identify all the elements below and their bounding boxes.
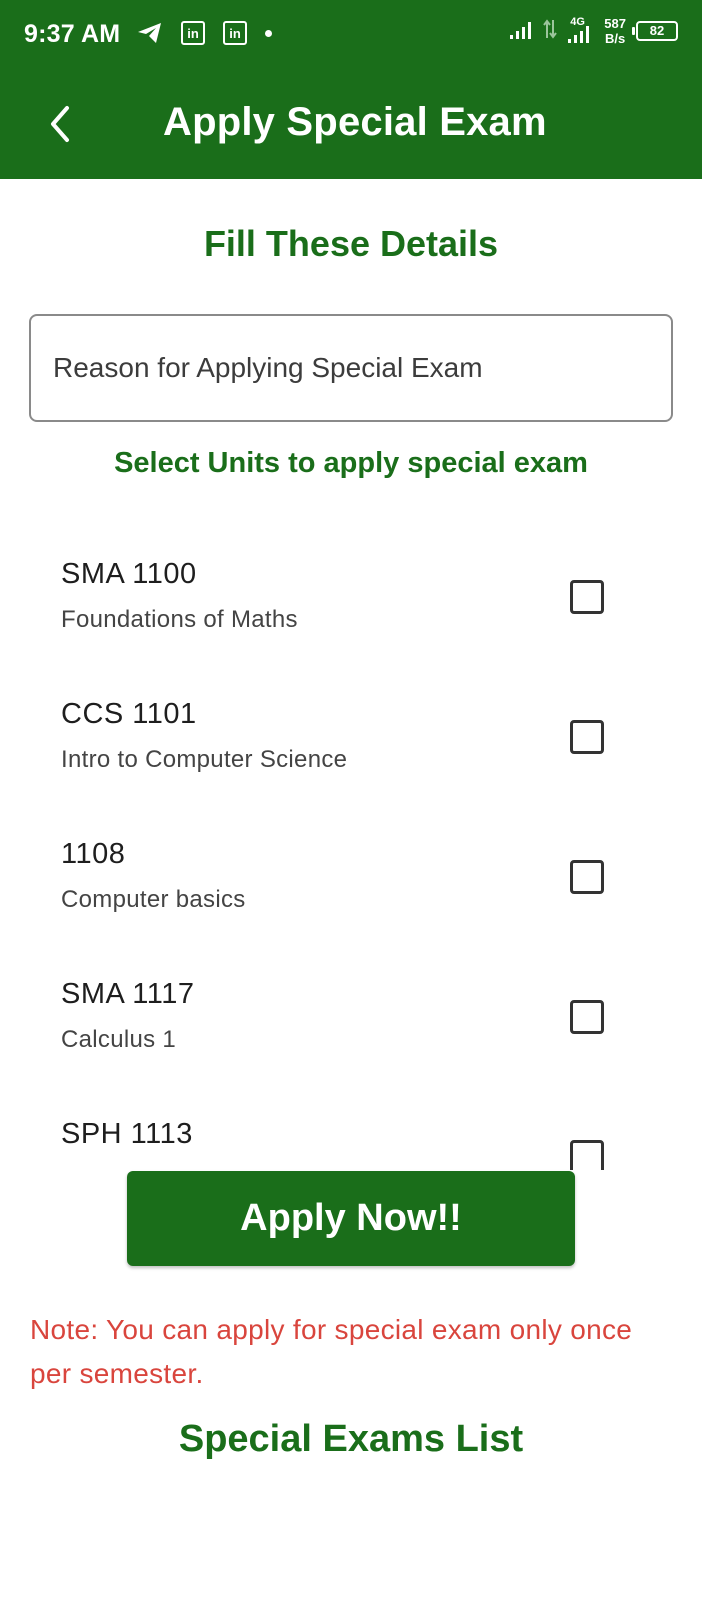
status-time: 9:37 AM	[24, 20, 121, 48]
battery-cap	[632, 27, 635, 35]
unit-name: Foundations of Maths	[61, 606, 298, 633]
unit-checkbox[interactable]	[570, 580, 604, 614]
list-item[interactable]: SMA 1100 Foundations of Maths	[0, 520, 702, 660]
network-speed-value: 587	[604, 16, 626, 31]
apply-now-button[interactable]: Apply Now!!	[127, 1171, 575, 1266]
unit-name: Calculus 1	[61, 1026, 177, 1053]
list-item[interactable]: SMA 1117 Calculus 1	[0, 940, 702, 1080]
linkedin-icon: in	[181, 21, 205, 45]
page-title: Apply Special Exam	[163, 100, 547, 144]
unit-checkbox[interactable]	[570, 860, 604, 894]
notification-icons: in in	[137, 21, 290, 45]
network-speed-unit: B/s	[605, 31, 626, 46]
list-item[interactable]: 1108 Computer basics	[0, 800, 702, 940]
unit-code: SMA 1100	[61, 558, 197, 590]
unit-code: SMA 1117	[61, 978, 195, 1010]
list-item[interactable]: CCS 1101 Intro to Computer Science	[0, 660, 702, 800]
linkedin-icon: in	[223, 21, 247, 45]
unit-checkbox[interactable]	[570, 1140, 604, 1170]
signal-4g-icon: 4G	[566, 16, 594, 44]
form-heading: Fill These Details	[203, 223, 499, 264]
network-speed: 587 B/s	[604, 16, 626, 46]
system-icons: 4G 587 B/s 82	[510, 16, 678, 46]
back-button[interactable]	[30, 94, 90, 154]
unit-code: SPH 1113	[61, 1118, 193, 1150]
unit-name: Intro to Computer Science	[61, 746, 348, 773]
telegram-icon	[137, 21, 163, 45]
battery-level: 82	[649, 23, 665, 38]
special-exams-heading: Special Exams List	[178, 1418, 524, 1460]
note-text: Note: You can apply for special exam onl…	[30, 1314, 633, 1389]
unit-checkbox[interactable]	[570, 720, 604, 754]
unit-code: 1108	[61, 838, 126, 870]
unit-checkbox[interactable]	[570, 1000, 604, 1034]
page: 9:37 AM in in 4G 587 B/s 82 Apply Specia…	[0, 0, 702, 1600]
app-bar: Apply Special Exam	[0, 72, 702, 179]
unit-name: Computer basics	[61, 886, 246, 913]
signal-icon	[510, 18, 536, 45]
reason-input[interactable]	[29, 314, 673, 422]
status-bar: 9:37 AM in in 4G 587 B/s 82	[0, 0, 702, 72]
battery-icon: 82	[632, 21, 678, 41]
more-notifications-dot-icon	[265, 29, 272, 37]
list-item[interactable]: SPH 1113	[0, 1080, 702, 1170]
units-heading: Select Units to apply special exam	[114, 447, 588, 479]
data-transfer-icon	[542, 18, 558, 45]
unit-code: CCS 1101	[61, 698, 197, 730]
chevron-left-icon	[51, 106, 69, 142]
units-list[interactable]: SMA 1100 Foundations of Maths CCS 1101 I…	[0, 520, 702, 1170]
